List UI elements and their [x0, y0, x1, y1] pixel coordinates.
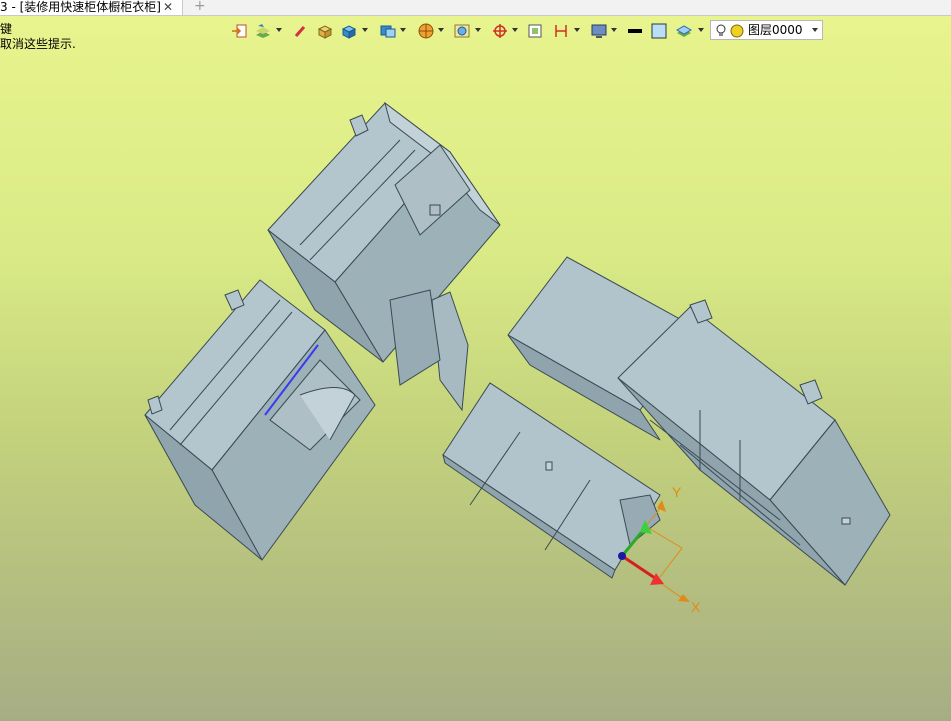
pencil-icon[interactable]: [292, 20, 308, 42]
box-icon[interactable]: [316, 20, 334, 42]
chevron-down-icon[interactable]: [400, 28, 406, 32]
line-color-icon[interactable]: [626, 20, 644, 42]
dimension-icon[interactable]: [552, 20, 570, 42]
chevron-down-icon[interactable]: [475, 28, 481, 32]
chevron-down-icon[interactable]: [574, 28, 580, 32]
document-tab[interactable]: 3 - [装修用快速柜体橱柜衣柜] ✕: [0, 0, 183, 15]
stack-icon[interactable]: [674, 20, 694, 42]
view-toolbar: 图层0000: [228, 20, 826, 42]
snap-icon[interactable]: [490, 20, 510, 42]
frame-icon[interactable]: [526, 20, 544, 42]
chevron-down-icon[interactable]: [611, 28, 617, 32]
solid-cube-icon[interactable]: [340, 20, 358, 42]
document-tab-bar: 3 - [装修用快速柜体橱柜衣柜] ✕ +: [0, 0, 951, 16]
hint-line-1: 键: [0, 22, 13, 36]
bulb-icon[interactable]: [714, 20, 728, 42]
view-icon[interactable]: [452, 20, 472, 42]
import-icon[interactable]: [230, 20, 248, 42]
chevron-down-icon[interactable]: [512, 28, 518, 32]
chevron-down-icon[interactable]: [276, 28, 282, 32]
hint-line-2: 取消这些提示.: [0, 37, 76, 51]
sphere-icon[interactable]: [416, 20, 436, 42]
chevron-down-icon[interactable]: [438, 28, 444, 32]
layer-color-icon[interactable]: [730, 20, 744, 42]
y-axis-label: Y: [672, 484, 682, 500]
new-tab-button[interactable]: +: [194, 0, 206, 14]
3d-viewport[interactable]: Y X: [0, 0, 951, 721]
render-mode-icon[interactable]: [378, 20, 398, 42]
layer-name: 图层0000: [748, 23, 803, 37]
close-icon[interactable]: ✕: [163, 0, 173, 14]
display-icon[interactable]: [590, 20, 608, 42]
document-tab-title: 3 - [装修用快速柜体橱柜衣柜]: [0, 0, 161, 14]
chevron-down-icon[interactable]: [812, 28, 818, 32]
chevron-down-icon[interactable]: [362, 28, 368, 32]
layer-select[interactable]: 图层0000: [710, 20, 823, 40]
chevron-down-icon[interactable]: [698, 28, 704, 32]
model-scene[interactable]: Y X: [0, 0, 951, 721]
x-axis-label: X: [691, 599, 701, 615]
fill-color-icon[interactable]: [650, 20, 668, 42]
layer-filter-icon[interactable]: [254, 20, 272, 42]
